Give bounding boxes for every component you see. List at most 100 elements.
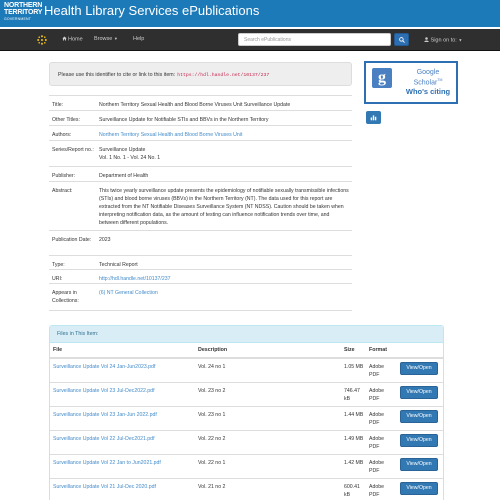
file-format: Adobe PDF xyxy=(369,388,385,402)
nt-government-logo[interactable]: NORTHERN TERRITORY GOVERNMENT xyxy=(4,2,43,24)
metadata-label: Abstract: xyxy=(52,188,73,194)
metadata-value: Northern Territory Sexual Health and Blo… xyxy=(99,102,291,108)
file-link[interactable]: Surveillance Update Vol 24 Jan-Jun2023.p… xyxy=(53,364,155,370)
file-format: Adobe PDF xyxy=(369,484,385,498)
metadata-row-type: Type: Technical Report xyxy=(49,255,352,269)
file-size: 1.44 MB xyxy=(344,412,364,418)
whos-citing-link[interactable]: Who's citing xyxy=(400,87,456,96)
file-format: Adobe PDF xyxy=(369,436,385,450)
column-header-size: Size xyxy=(344,347,355,353)
citation-prompt: Please use this identifier to cite or li… xyxy=(58,72,176,78)
file-link[interactable]: Surveillance Update Vol 21 Jul-Dec 2020.… xyxy=(53,484,156,490)
metadata-row-publisher: Publisher: Department of Health xyxy=(49,166,352,181)
files-heading-label: Files in This Item: xyxy=(57,331,99,337)
sign-on-dropdown[interactable]: Sign on to: ▼ xyxy=(424,37,462,44)
logo-line-2: TERRITORY xyxy=(4,9,43,16)
caret-down-icon: ▼ xyxy=(458,37,463,43)
metadata-row-title: Title: Northern Territory Sexual Health … xyxy=(49,95,352,110)
table-row: Surveillance Update Vol 23 Jan-Jun 2022.… xyxy=(50,406,443,430)
search-button[interactable] xyxy=(394,33,409,46)
bar-chart-icon xyxy=(370,115,377,121)
sign-on-label: Sign on to: xyxy=(430,37,457,44)
search-icon xyxy=(399,37,405,43)
caret-down-icon: ▼ xyxy=(113,36,118,41)
table-row: Surveillance Update Vol 21 Jul-Dec 2020.… xyxy=(50,478,443,500)
metadata-label: Series/Report no.: xyxy=(52,147,94,153)
view-open-button[interactable]: View/Open xyxy=(400,386,438,399)
metadata-value: Surveillance Update for Notifiable STIs … xyxy=(99,117,269,123)
file-size: 1.05 MB xyxy=(344,364,364,370)
view-open-button[interactable]: View/Open xyxy=(400,410,438,423)
collection-link[interactable]: (6) NT General Collection xyxy=(99,289,349,297)
metadata-row-publication-date: Publication Date: 2023 xyxy=(49,230,352,255)
user-icon xyxy=(424,37,429,42)
nav-help-link[interactable]: Help xyxy=(133,36,144,42)
metadata-label: URI: xyxy=(52,276,63,282)
file-link[interactable]: Surveillance Update Vol 22 Jul-Dec2021.p… xyxy=(53,436,155,442)
nav-home-link[interactable]: Home xyxy=(62,36,83,43)
search-input[interactable] xyxy=(238,33,391,46)
metadata-label: Publication Date: xyxy=(52,237,92,243)
table-row: Surveillance Update Vol 23 Jul-Dec2022.p… xyxy=(50,382,443,406)
file-size: 600.41 kB xyxy=(344,484,360,498)
file-description: Vol. 22 no 2 xyxy=(198,436,226,442)
google-scholar-name: Google ScholarTM xyxy=(400,69,456,86)
nav-browse-dropdown[interactable]: Browse ▼ xyxy=(94,36,118,42)
site-title: Health Library Services ePublications xyxy=(44,3,260,18)
abstract-text: This twice yearly surveillance update pr… xyxy=(99,188,349,226)
file-link[interactable]: Surveillance Update Vol 23 Jan-Jun 2022.… xyxy=(53,412,157,418)
metadata-value: Surveillance Update Vol. 1 No. 1 - Vol. … xyxy=(99,147,161,161)
logo-line-3: GOVERNMENT xyxy=(4,17,32,21)
file-description: Vol. 21 no 2 xyxy=(198,484,226,490)
metadata-label: Other Titles: xyxy=(52,117,80,123)
view-open-button[interactable]: View/Open xyxy=(400,434,438,447)
file-description: Vol. 23 no 2 xyxy=(198,388,226,394)
view-open-button[interactable]: View/Open xyxy=(400,362,438,375)
files-panel-heading: Files in This Item: xyxy=(50,326,443,343)
column-header-format: Format xyxy=(369,347,387,353)
view-open-button[interactable]: View/Open xyxy=(400,482,438,495)
metadata-label: Type: xyxy=(52,262,65,268)
metadata-value: Department of Health xyxy=(99,173,149,179)
metadata-value: Technical Report xyxy=(99,262,138,268)
citation-url[interactable]: https://hdl.handle.net/10137/237 xyxy=(177,73,269,78)
file-link[interactable]: Surveillance Update Vol 23 Jul-Dec2022.p… xyxy=(53,388,155,394)
author-link[interactable]: Northern Territory Sexual Health and Blo… xyxy=(99,131,349,139)
view-open-button[interactable]: View/Open xyxy=(400,458,438,471)
metadata-label: Title: xyxy=(52,102,64,108)
google-label: Google xyxy=(416,69,440,76)
metadata-row-authors: Authors: Northern Territory Sexual Healt… xyxy=(49,125,352,140)
metadata-row-uri: URI: http://hdl.handle.net/10137/237 xyxy=(49,269,352,283)
file-size: 1.42 MB xyxy=(344,460,364,466)
table-row: Surveillance Update Vol 24 Jan-Jun2023.p… xyxy=(50,358,443,382)
file-size: 746.47 kB xyxy=(344,388,360,402)
citation-line: Please use this identifier to cite or li… xyxy=(58,72,269,78)
table-row: Surveillance Update Vol 22 Jan to Jun202… xyxy=(50,454,443,478)
file-size: 1.49 MB xyxy=(344,436,364,442)
citation-box: Please use this identifier to cite or li… xyxy=(49,62,352,86)
metadata-label: Authors: xyxy=(52,132,72,138)
logo-line-1: NORTHERN xyxy=(4,2,43,9)
metadata-row-abstract: Abstract: This twice yearly surveillance… xyxy=(49,181,352,230)
file-format: Adobe PDF xyxy=(369,460,385,474)
metadata-row-other-titles: Other Titles: Surveillance Update for No… xyxy=(49,110,352,125)
statistics-button[interactable] xyxy=(366,111,381,124)
file-format: Adobe PDF xyxy=(369,364,385,378)
google-scholar-logo-icon: g xyxy=(372,68,392,88)
google-scholar-widget[interactable]: g Google ScholarTM Who's citing xyxy=(364,61,458,104)
file-format: Adobe PDF xyxy=(369,412,385,426)
metadata-label: Publisher: xyxy=(52,173,76,179)
file-link[interactable]: Surveillance Update Vol 22 Jan to Jun202… xyxy=(53,460,161,466)
table-row: Surveillance Update Vol 22 Jul-Dec2021.p… xyxy=(50,430,443,454)
dspace-logo-icon[interactable] xyxy=(37,35,47,45)
metadata-value: 2023 xyxy=(99,237,111,243)
home-icon xyxy=(62,36,67,41)
trademark-label: TM xyxy=(437,77,443,82)
metadata-divider xyxy=(49,310,352,311)
uri-link[interactable]: http://hdl.handle.net/10137/237 xyxy=(99,275,349,283)
column-header-description: Description xyxy=(198,347,228,353)
scholar-label: Scholar xyxy=(413,78,438,86)
column-header-file: File xyxy=(53,347,63,353)
nav-home-label: Home xyxy=(68,36,83,43)
nav-browse-label: Browse xyxy=(94,36,113,42)
